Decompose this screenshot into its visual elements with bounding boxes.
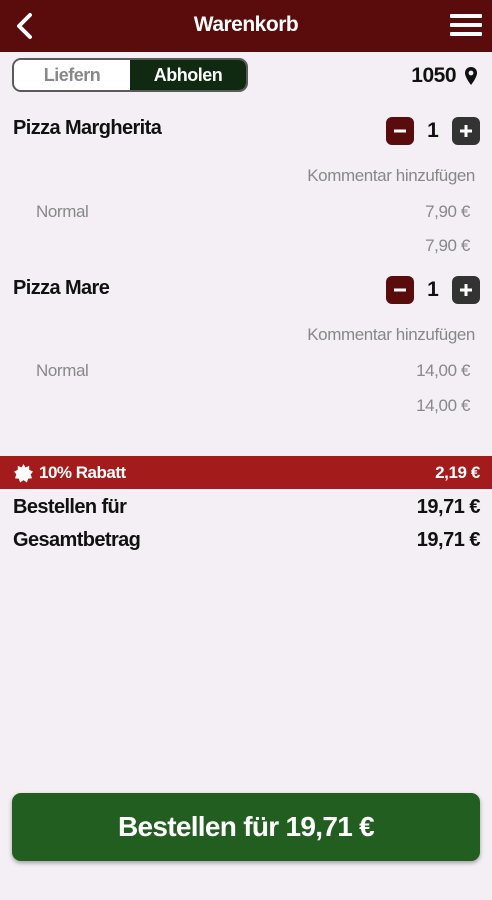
minus-icon	[394, 129, 406, 133]
discount-amount: 2,19 €	[435, 463, 480, 482]
item-line-total: 14,00 €	[416, 396, 470, 415]
location-zip[interactable]: 1050	[411, 64, 478, 88]
item-variant: Normal	[36, 361, 89, 380]
plus-icon	[460, 125, 472, 137]
decrease-quantity-button[interactable]	[386, 117, 414, 145]
order-for-label: Bestellen für	[13, 496, 127, 518]
increase-quantity-button[interactable]	[452, 276, 480, 304]
add-comment-link[interactable]: Kommentar hinzufügen	[307, 325, 475, 345]
menu-button[interactable]	[450, 14, 482, 38]
toggle-option-abholen[interactable]: Abholen	[130, 60, 246, 90]
order-for-value: 19,71 €	[416, 496, 481, 518]
item-quantity: 1	[427, 278, 439, 301]
item-variant: Normal	[36, 202, 89, 221]
discount-bar: 10% Rabatt 2,19 €	[0, 456, 492, 489]
zip-code: 1050	[411, 64, 456, 87]
variant-price: 14,00 €	[416, 361, 470, 380]
delivery-mode-toggle: Liefern Abholen	[12, 58, 248, 92]
hamburger-line	[450, 23, 482, 27]
page-title: Warenkorb	[193, 13, 299, 36]
item-name: Pizza Mare	[13, 277, 110, 299]
discount-label: 10% Rabatt	[39, 463, 126, 482]
location-pin-icon	[465, 67, 477, 85]
add-comment-link[interactable]: Kommentar hinzufügen	[307, 166, 475, 186]
decrease-quantity-button[interactable]	[386, 276, 414, 304]
app-header: Warenkorb	[0, 0, 492, 52]
increase-quantity-button[interactable]	[452, 117, 480, 145]
hamburger-icon	[450, 14, 482, 18]
item-name: Pizza Margherita	[13, 117, 162, 139]
total-label: Gesamtbetrag	[13, 529, 141, 551]
plus-icon	[460, 284, 472, 296]
hamburger-line	[450, 32, 482, 36]
minus-icon	[394, 288, 406, 292]
discount-label-group: 10% Rabatt	[14, 463, 126, 483]
item-line-total: 7,90 €	[425, 236, 470, 255]
item-quantity: 1	[427, 119, 439, 142]
variant-price: 7,90 €	[425, 202, 470, 221]
discount-badge-icon	[14, 463, 33, 483]
toggle-option-liefern[interactable]: Liefern	[14, 60, 130, 90]
place-order-button[interactable]: Bestellen für 19,71 €	[12, 793, 480, 861]
total-value: 19,71 €	[416, 529, 481, 551]
